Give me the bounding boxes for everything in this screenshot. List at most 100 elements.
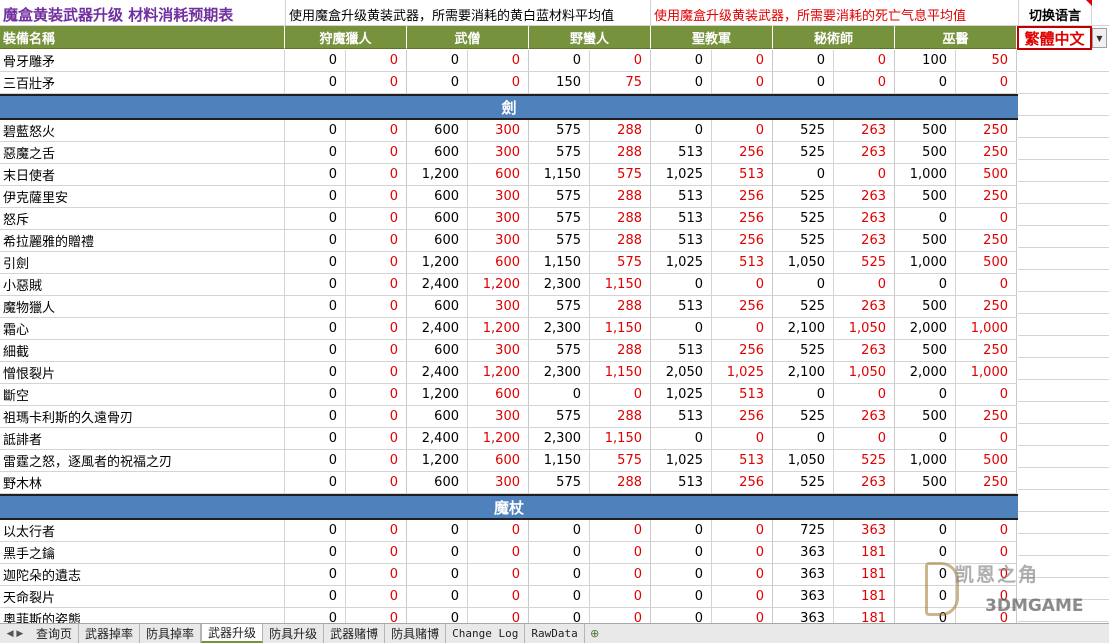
death-breath-value-cell[interactable]: 0 bbox=[346, 542, 407, 564]
equipment-name-cell[interactable]: 詆誹者 bbox=[0, 428, 285, 450]
material-value-cell[interactable]: 0 bbox=[651, 520, 712, 542]
material-value-cell[interactable]: 0 bbox=[407, 72, 468, 94]
death-breath-value-cell[interactable]: 0 bbox=[712, 120, 773, 142]
material-value-cell[interactable]: 513 bbox=[651, 142, 712, 164]
material-value-cell[interactable]: 0 bbox=[285, 296, 346, 318]
death-breath-value-cell[interactable]: 500 bbox=[956, 252, 1017, 274]
death-breath-value-cell[interactable]: 0 bbox=[712, 50, 773, 72]
death-breath-value-cell[interactable]: 0 bbox=[956, 586, 1017, 608]
death-breath-value-cell[interactable]: 263 bbox=[834, 340, 895, 362]
sheet-tab[interactable]: 武器赌博 bbox=[324, 624, 386, 643]
material-value-cell[interactable]: 1,000 bbox=[895, 164, 956, 186]
material-value-cell[interactable]: 0 bbox=[651, 542, 712, 564]
death-breath-value-cell[interactable]: 500 bbox=[956, 450, 1017, 472]
material-value-cell[interactable]: 363 bbox=[773, 542, 834, 564]
equipment-name-cell[interactable]: 霜心 bbox=[0, 318, 285, 340]
material-value-cell[interactable]: 2,050 bbox=[651, 362, 712, 384]
material-value-cell[interactable]: 0 bbox=[285, 50, 346, 72]
death-breath-value-cell[interactable]: 0 bbox=[468, 72, 529, 94]
death-breath-value-cell[interactable]: 1,150 bbox=[590, 318, 651, 340]
death-breath-value-cell[interactable]: 250 bbox=[956, 472, 1017, 494]
death-breath-value-cell[interactable]: 500 bbox=[956, 164, 1017, 186]
death-breath-value-cell[interactable]: 0 bbox=[346, 252, 407, 274]
death-breath-value-cell[interactable]: 0 bbox=[590, 564, 651, 586]
material-value-cell[interactable]: 1,025 bbox=[651, 384, 712, 406]
death-breath-value-cell[interactable]: 256 bbox=[712, 340, 773, 362]
death-breath-value-cell[interactable]: 0 bbox=[346, 406, 407, 428]
death-breath-value-cell[interactable]: 300 bbox=[468, 340, 529, 362]
material-value-cell[interactable]: 525 bbox=[773, 472, 834, 494]
material-value-cell[interactable]: 1,150 bbox=[529, 164, 590, 186]
death-breath-value-cell[interactable]: 263 bbox=[834, 406, 895, 428]
material-value-cell[interactable]: 500 bbox=[895, 120, 956, 142]
death-breath-value-cell[interactable]: 0 bbox=[346, 318, 407, 340]
death-breath-value-cell[interactable]: 0 bbox=[346, 142, 407, 164]
materials-note[interactable]: 使用魔盒升级黄装武器，所需要消耗的黄白蓝材料平均值 bbox=[285, 0, 650, 25]
material-value-cell[interactable]: 0 bbox=[895, 520, 956, 542]
material-value-cell[interactable]: 0 bbox=[285, 406, 346, 428]
material-value-cell[interactable]: 600 bbox=[407, 142, 468, 164]
death-breath-value-cell[interactable]: 300 bbox=[468, 142, 529, 164]
equipment-name-cell[interactable]: 奧菲斯的姿態 bbox=[0, 608, 285, 623]
death-breath-value-cell[interactable]: 256 bbox=[712, 472, 773, 494]
death-breath-value-cell[interactable]: 250 bbox=[956, 142, 1017, 164]
death-breath-value-cell[interactable]: 0 bbox=[956, 520, 1017, 542]
death-breath-value-cell[interactable]: 0 bbox=[346, 608, 407, 623]
material-value-cell[interactable]: 363 bbox=[773, 586, 834, 608]
death-breath-value-cell[interactable]: 0 bbox=[956, 608, 1017, 623]
sheet-tab[interactable]: RawData bbox=[525, 624, 585, 643]
death-breath-value-cell[interactable]: 0 bbox=[346, 164, 407, 186]
material-value-cell[interactable]: 575 bbox=[529, 208, 590, 230]
death-breath-value-cell[interactable]: 0 bbox=[590, 586, 651, 608]
death-breath-value-cell[interactable]: 0 bbox=[834, 274, 895, 296]
death-breath-value-cell[interactable]: 0 bbox=[834, 384, 895, 406]
death-breath-value-cell[interactable]: 0 bbox=[346, 120, 407, 142]
death-breath-value-cell[interactable]: 0 bbox=[590, 608, 651, 623]
material-value-cell[interactable]: 0 bbox=[895, 384, 956, 406]
material-value-cell[interactable]: 1,200 bbox=[407, 164, 468, 186]
material-value-cell[interactable]: 513 bbox=[651, 340, 712, 362]
material-value-cell[interactable]: 1,025 bbox=[651, 252, 712, 274]
death-breath-value-cell[interactable]: 575 bbox=[590, 450, 651, 472]
material-value-cell[interactable]: 0 bbox=[895, 428, 956, 450]
material-value-cell[interactable]: 0 bbox=[285, 362, 346, 384]
header-class-crusader[interactable]: 聖教軍 bbox=[651, 26, 773, 49]
material-value-cell[interactable]: 0 bbox=[285, 608, 346, 623]
material-value-cell[interactable]: 2,300 bbox=[529, 318, 590, 340]
material-value-cell[interactable]: 0 bbox=[529, 608, 590, 623]
death-breath-value-cell[interactable]: 0 bbox=[712, 318, 773, 340]
death-breath-value-cell[interactable]: 181 bbox=[834, 542, 895, 564]
death-breath-value-cell[interactable]: 256 bbox=[712, 406, 773, 428]
material-value-cell[interactable]: 513 bbox=[651, 230, 712, 252]
death-breath-value-cell[interactable]: 300 bbox=[468, 296, 529, 318]
material-value-cell[interactable]: 0 bbox=[285, 564, 346, 586]
material-value-cell[interactable]: 0 bbox=[651, 608, 712, 623]
material-value-cell[interactable]: 600 bbox=[407, 406, 468, 428]
sheet-tab[interactable]: 防具升级 bbox=[263, 624, 325, 643]
material-value-cell[interactable]: 500 bbox=[895, 406, 956, 428]
death-breath-value-cell[interactable]: 0 bbox=[346, 428, 407, 450]
death-breath-value-cell[interactable]: 300 bbox=[468, 208, 529, 230]
equipment-name-cell[interactable]: 細截 bbox=[0, 340, 285, 362]
material-value-cell[interactable]: 513 bbox=[651, 208, 712, 230]
death-breath-value-cell[interactable]: 0 bbox=[346, 586, 407, 608]
chevron-down-icon[interactable]: ▼ bbox=[1092, 28, 1107, 48]
death-breath-value-cell[interactable]: 0 bbox=[956, 564, 1017, 586]
material-value-cell[interactable]: 0 bbox=[285, 384, 346, 406]
section-header[interactable]: 劍 bbox=[0, 94, 1018, 120]
header-class-wizard[interactable]: 秘術師 bbox=[773, 26, 895, 49]
material-value-cell[interactable]: 0 bbox=[529, 520, 590, 542]
death-breath-value-cell[interactable]: 363 bbox=[834, 520, 895, 542]
death-breath-value-cell[interactable]: 0 bbox=[346, 186, 407, 208]
material-value-cell[interactable]: 525 bbox=[773, 406, 834, 428]
equipment-name-cell[interactable]: 伊克薩里安 bbox=[0, 186, 285, 208]
material-value-cell[interactable]: 513 bbox=[651, 406, 712, 428]
material-value-cell[interactable]: 2,400 bbox=[407, 274, 468, 296]
death-breath-note[interactable]: 使用魔盒升级黄装武器，所需要消耗的死亡气息平均值 bbox=[650, 0, 1018, 25]
death-breath-value-cell[interactable]: 0 bbox=[346, 208, 407, 230]
death-breath-value-cell[interactable]: 0 bbox=[712, 608, 773, 623]
material-value-cell[interactable]: 0 bbox=[285, 428, 346, 450]
material-value-cell[interactable]: 1,050 bbox=[773, 450, 834, 472]
death-breath-value-cell[interactable]: 181 bbox=[834, 608, 895, 623]
material-value-cell[interactable]: 575 bbox=[529, 186, 590, 208]
